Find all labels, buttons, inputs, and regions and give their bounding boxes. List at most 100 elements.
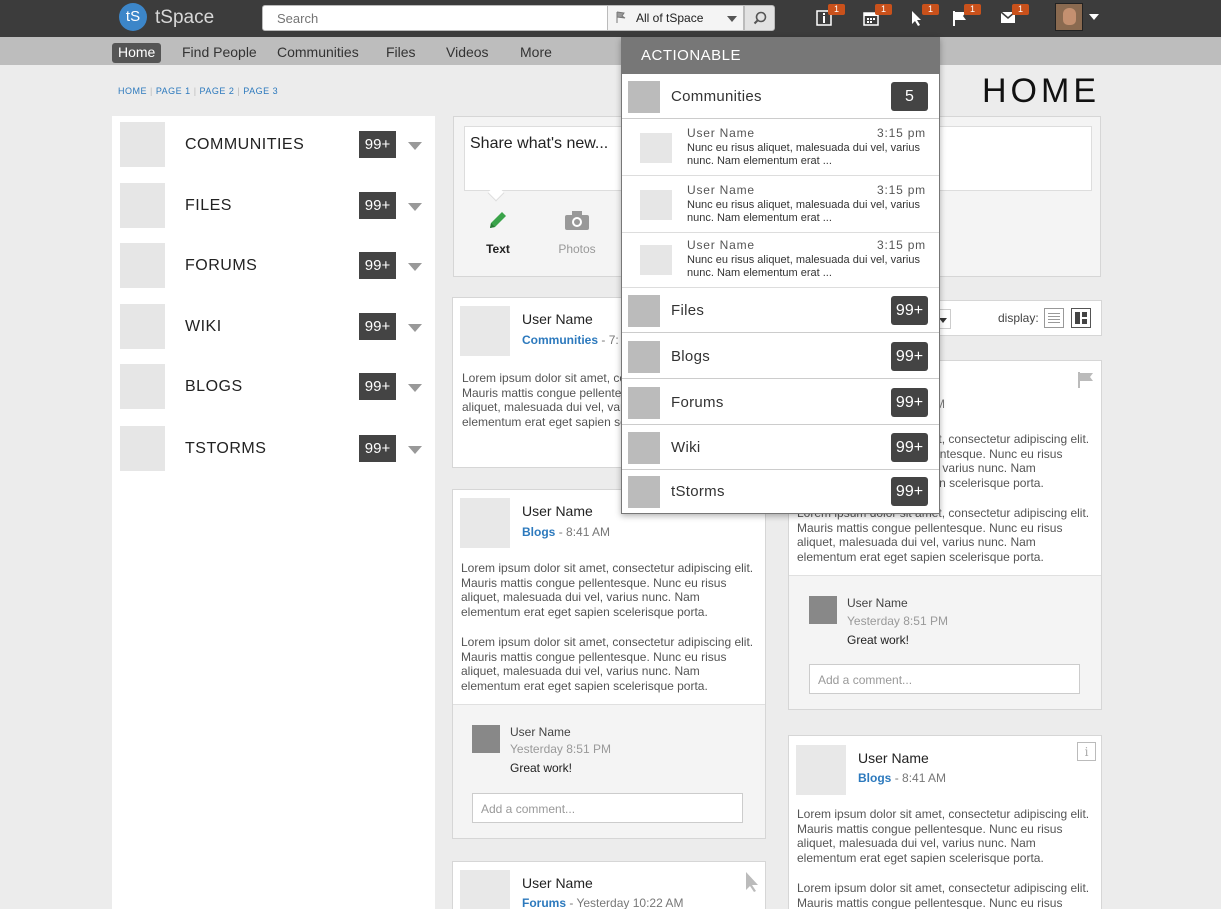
post-author-avatar[interactable] (460, 870, 510, 909)
post-source-link[interactable]: Blogs (858, 771, 891, 785)
breadcrumb-separator: | (150, 86, 153, 96)
sidebar-item-communities[interactable]: COMMUNITIES 99+ (120, 122, 426, 168)
count-badge: 99+ (891, 296, 928, 325)
message-text: Nunc eu risus aliquet, malesuada dui vel… (687, 199, 920, 224)
actionable-row-label: Wiki (671, 439, 701, 456)
search-scope-value: All of tSpace (636, 11, 704, 25)
post-meta: Blogs - 8:41 AM (858, 771, 946, 785)
share-tab-text[interactable]: Text (468, 208, 528, 256)
comment-text: Great work! (510, 761, 573, 775)
post-author-name[interactable]: User Name (858, 750, 929, 766)
notification-badge: 1 (922, 4, 940, 15)
sidebar-item-blogs[interactable]: BLOGS 99+ (120, 364, 426, 410)
post-author-name[interactable]: User Name (522, 503, 593, 519)
nav-home[interactable]: Home (112, 43, 162, 63)
comment-input[interactable]: Add a comment... (809, 664, 1080, 694)
post-author-avatar[interactable] (460, 498, 510, 548)
sidebar-item-forums[interactable]: FORUMS 99+ (120, 243, 426, 289)
nav-more[interactable]: More (514, 43, 558, 63)
grid-view-button[interactable] (1071, 308, 1091, 328)
breadcrumb-page-1[interactable]: PAGE 1 (156, 86, 191, 96)
toolbar-actionable-button[interactable]: 1 (910, 4, 940, 30)
post-time: - Yesterday 10:22 AM (569, 896, 684, 909)
post-card: User Name Forums - Yesterday 10:22 AM (452, 861, 766, 909)
chevron-down-icon[interactable] (408, 263, 422, 271)
actionable-message[interactable]: User Name 3:15 pm Nunc eu risus aliquet,… (622, 232, 939, 288)
actionable-row-wiki[interactable]: Wiki 99+ (622, 425, 939, 470)
scope-icon (616, 11, 626, 23)
toolbar-flag-button[interactable]: 1 (952, 4, 982, 30)
post-source-link[interactable]: Forums (522, 896, 566, 909)
post-body: Lorem ipsum dolor sit amet, consectetur … (797, 807, 1090, 865)
chevron-down-icon[interactable] (408, 203, 422, 211)
actionable-row-label: Communities (671, 88, 762, 105)
search-scope-select[interactable]: All of tSpace (607, 5, 744, 31)
sidebar: COMMUNITIES 99+ FILES 99+ FORUMS 99+ WIK… (112, 116, 435, 909)
post-author-avatar[interactable] (796, 745, 846, 795)
nav-communities[interactable]: Communities (271, 43, 365, 63)
breadcrumb-home[interactable]: HOME (118, 86, 147, 96)
actionable-row-blogs[interactable]: Blogs 99+ (622, 334, 939, 379)
actionable-row-tstorms[interactable]: tStorms 99+ (622, 469, 939, 514)
nav-find-people[interactable]: Find People (176, 43, 263, 63)
sidebar-item-label: COMMUNITIES (185, 136, 305, 153)
logo-mark[interactable]: tS (119, 3, 147, 31)
flag-icon[interactable] (1077, 371, 1095, 389)
breadcrumb-page-2[interactable]: PAGE 2 (200, 86, 235, 96)
sidebar-item-tstorms[interactable]: TSTORMS 99+ (120, 426, 426, 472)
main-nav: Home Find People Communities Files Video… (0, 37, 1221, 65)
post-author-name[interactable]: User Name (522, 311, 593, 327)
actionable-row-files[interactable]: Files 99+ (622, 288, 939, 333)
user-avatar[interactable] (1055, 3, 1083, 31)
comment-author[interactable]: User Name (847, 596, 908, 610)
chevron-down-icon[interactable] (408, 324, 422, 332)
sidebar-item-label: BLOGS (185, 378, 243, 395)
thumbnail (120, 304, 165, 349)
cursor-icon[interactable] (744, 871, 760, 893)
post-time: - 7: (601, 333, 619, 347)
breadcrumb-page-3[interactable]: PAGE 3 (243, 86, 278, 96)
post-author-name[interactable]: User Name (522, 875, 593, 891)
actionable-row-label: tStorms (671, 483, 725, 500)
thumbnail (120, 243, 165, 288)
thumbnail (120, 364, 165, 409)
comment-author[interactable]: User Name (510, 725, 571, 739)
chevron-down-icon[interactable] (1089, 14, 1099, 20)
thumbnail (628, 295, 660, 327)
toolbar-mail-button[interactable]: 1 (1000, 4, 1030, 30)
post-body: Lorem ipsum dolor sit amet, consectetur … (797, 881, 1090, 909)
chevron-down-icon[interactable] (408, 142, 422, 150)
search-icon (753, 11, 767, 25)
list-view-button[interactable] (1044, 308, 1064, 328)
actionable-message[interactable]: User Name 3:15 pm Nunc eu risus aliquet,… (622, 177, 939, 233)
post-source-link[interactable]: Blogs (522, 525, 555, 539)
breadcrumb: HOME | PAGE 1 | PAGE 2 | PAGE 3 (118, 86, 278, 96)
share-tab-photos[interactable]: Photos (547, 208, 607, 256)
message-author: User Name (687, 238, 755, 252)
nav-videos[interactable]: Videos (440, 43, 495, 63)
actionable-row-communities[interactable]: Communities 5 (622, 74, 939, 119)
toolbar-calendar-button[interactable]: 1 (863, 4, 893, 30)
share-tab-label: Photos (558, 242, 596, 256)
actionable-message[interactable]: User Name 3:15 pm Nunc eu risus aliquet,… (622, 120, 939, 176)
count-badge: 99+ (891, 342, 928, 371)
post-body: Lorem ipsum dolor sit amet, consectetur … (461, 635, 754, 693)
nav-files[interactable]: Files (380, 43, 422, 63)
toolbar-info-button[interactable]: 1 (816, 4, 846, 30)
count-badge: 99+ (891, 477, 928, 506)
post-author-avatar[interactable] (460, 306, 510, 356)
app-name[interactable]: tSpace (155, 7, 214, 29)
post-source-link[interactable]: Communities (522, 333, 598, 347)
chevron-down-icon[interactable] (408, 384, 422, 392)
comment-input[interactable]: Add a comment... (472, 793, 743, 823)
comment-section: User Name Yesterday 8:51 PM Great work! … (789, 575, 1101, 709)
info-icon[interactable]: i (1077, 742, 1096, 761)
search-input[interactable] (262, 5, 608, 31)
chevron-down-icon[interactable] (408, 446, 422, 454)
comment-avatar[interactable] (809, 596, 837, 624)
search-button[interactable] (744, 5, 775, 31)
sidebar-item-wiki[interactable]: WIKI 99+ (120, 304, 426, 350)
actionable-row-forums[interactable]: Forums 99+ (622, 380, 939, 425)
sidebar-item-files[interactable]: FILES 99+ (120, 183, 426, 229)
comment-avatar[interactable] (472, 725, 500, 753)
